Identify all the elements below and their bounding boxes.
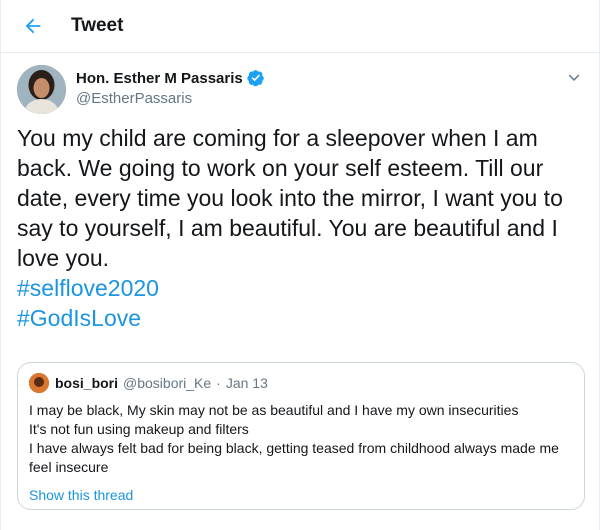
quoted-line: I may be black, My skin may not be as be… [29,402,519,418]
quoted-author-avatar [29,373,49,393]
quoted-tweet-header: bosi_bori @bosibori_Ke · Jan 13 [29,373,573,393]
hashtag-godislove[interactable]: #GodIsLove [17,303,583,333]
hashtag-selflove2020[interactable]: #selflove2020 [17,273,583,303]
quoted-line: It's not fun using makeup and filters [29,421,249,437]
verified-badge-icon [247,70,264,87]
tweet-body: You my child are coming for a sleepover … [17,125,563,271]
avatar-image [17,65,66,114]
back-button[interactable] [17,10,49,42]
author-display-name[interactable]: Hon. Esther M Passaris [76,70,243,87]
header-bar: Tweet [1,0,599,53]
quoted-separator: · [216,375,221,391]
show-thread-link[interactable]: Show this thread [29,487,133,503]
tweet-text: You my child are coming for a sleepover … [17,123,583,333]
quoted-author-name: bosi_bori [55,375,119,391]
tweet-page: Tweet Hon. Esther M Passaris @EstherPass… [0,0,600,530]
more-options-button[interactable] [563,67,585,89]
chevron-down-icon [568,74,580,81]
page-title: Tweet [71,15,124,36]
quoted-line: I have always felt bad for being black, … [29,440,559,475]
author-handle[interactable]: @EstherPassaris [76,90,265,107]
arrow-left-icon [25,18,41,34]
quoted-tweet-body: I may be black, My skin may not be as be… [29,401,573,477]
author-avatar[interactable] [17,65,66,114]
quoted-tweet[interactable]: bosi_bori @bosibori_Ke · Jan 13 I may be… [17,362,585,510]
quoted-date: Jan 13 [225,375,268,391]
quoted-author-handle: @bosibori_Ke [123,375,212,391]
tweet-author-row: Hon. Esther M Passaris @EstherPassaris [1,65,599,123]
author-names: Hon. Esther M Passaris @EstherPassaris [76,69,265,107]
